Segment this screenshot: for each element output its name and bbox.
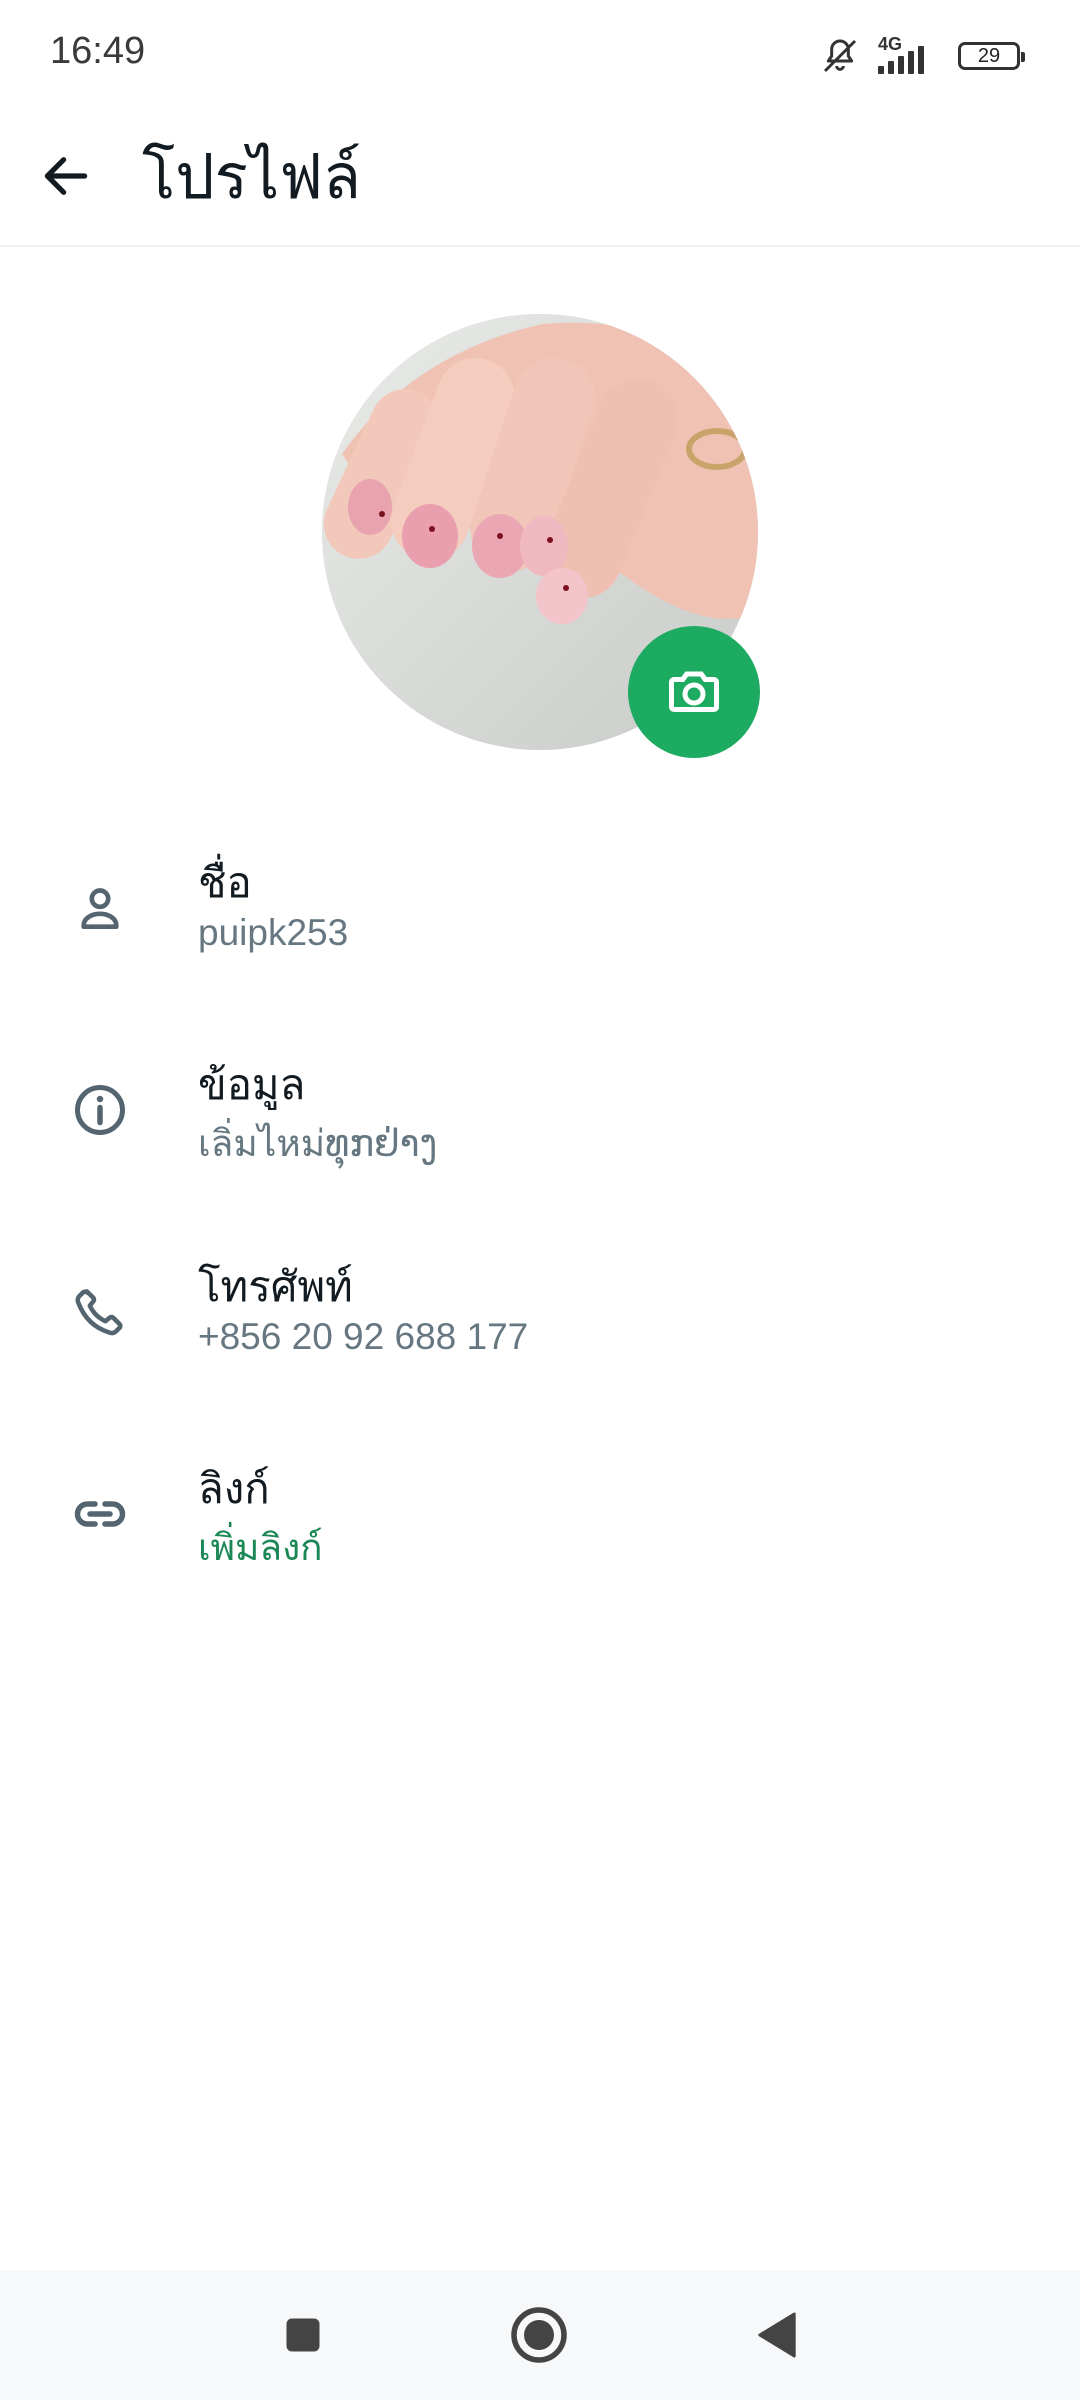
links-row[interactable]: ลิงก์ เพิ่มลิงก์ xyxy=(0,1426,1080,1628)
phone-value: +856 20 92 688 177 xyxy=(198,1316,529,1357)
recents-button[interactable] xyxy=(268,2300,338,2370)
about-value: เลิ่มไหม่ທຸກຢ່າງ xyxy=(198,1122,438,1165)
about-row[interactable]: ข้อมูล เลิ่มไหม่ທຸກຢ່າງ xyxy=(0,1022,1080,1224)
camera-icon xyxy=(669,671,719,712)
person-icon xyxy=(64,872,136,944)
phone-label: โทรศัพท์ xyxy=(198,1262,353,1311)
link-icon xyxy=(64,1478,136,1550)
arrow-left-icon xyxy=(44,157,88,195)
back-triangle-icon xyxy=(758,2312,796,2358)
name-value: puipk253 xyxy=(198,912,349,953)
links-label: ลิงก์ xyxy=(198,1464,270,1513)
home-button[interactable] xyxy=(504,2300,574,2370)
status-time: 16:49 xyxy=(50,30,146,72)
back-button[interactable] xyxy=(30,140,102,212)
profile-photo-section xyxy=(322,314,760,758)
phone-icon xyxy=(64,1276,136,1348)
status-icons: 4G 29 xyxy=(820,34,1025,78)
nav-back-button[interactable] xyxy=(742,2300,812,2370)
profile-info-list: ชื่อ puipk253 ข้อมูล เลิ่มไหม่ທຸກຢ່າງ โท… xyxy=(0,820,1080,1628)
system-nav-bar xyxy=(0,2270,1080,2400)
signal-icon: 4G xyxy=(874,34,944,78)
battery-icon: 29 xyxy=(958,42,1025,70)
status-bar: 16:49 4G 29 xyxy=(0,0,1080,110)
add-link-button[interactable]: เพิ่มลิงก์ xyxy=(198,1518,323,1577)
app-bar: โปรไฟล์ xyxy=(0,110,1080,247)
page-title: โปรไฟล์ xyxy=(142,140,362,213)
phone-row[interactable]: โทรศัพท์ +856 20 92 688 177 xyxy=(0,1224,1080,1426)
about-label: ข้อมูล xyxy=(198,1060,306,1109)
name-label: ชื่อ xyxy=(198,858,252,907)
info-icon xyxy=(64,1074,136,1146)
home-circle-icon xyxy=(511,2307,567,2363)
bell-muted-icon xyxy=(820,36,860,76)
name-row[interactable]: ชื่อ puipk253 xyxy=(0,820,1080,1022)
recents-square-icon xyxy=(286,2318,320,2352)
change-photo-button[interactable] xyxy=(628,626,760,758)
battery-level: 29 xyxy=(977,44,1001,67)
